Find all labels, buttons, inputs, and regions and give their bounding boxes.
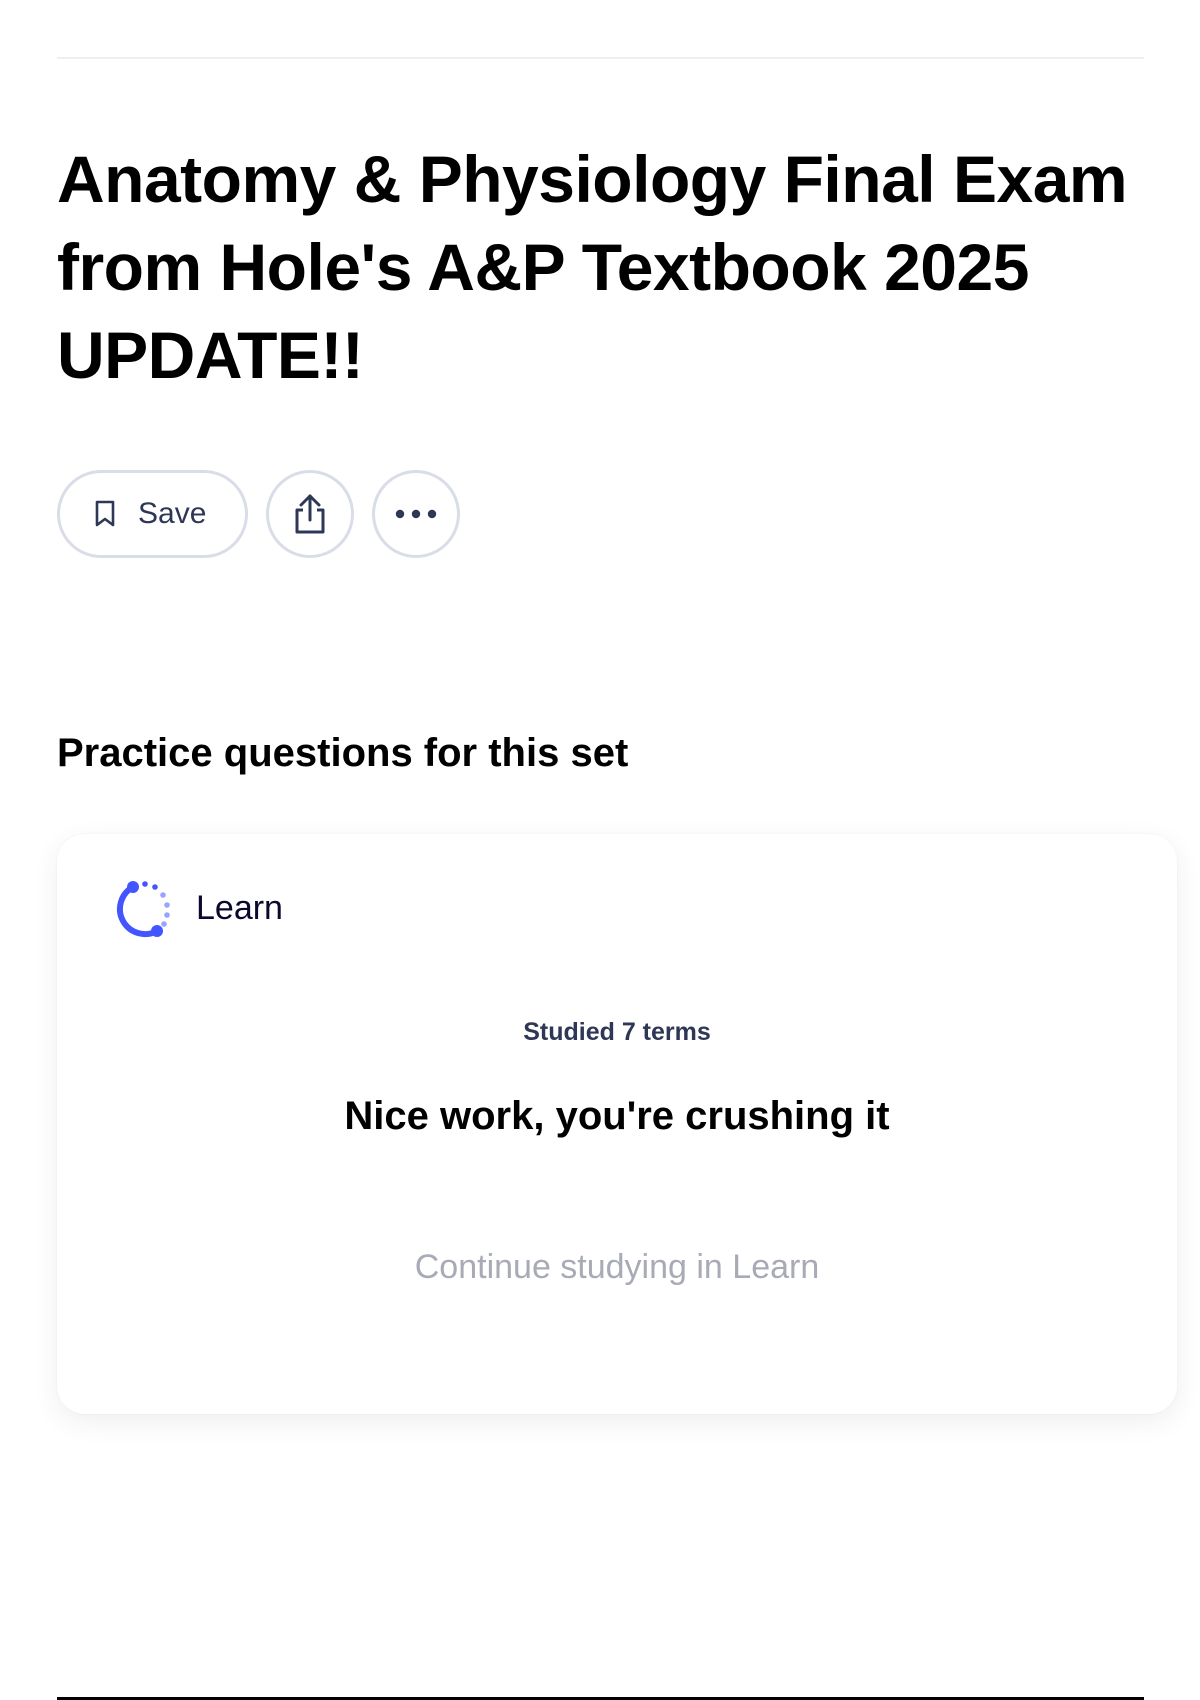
save-button-label: Save (138, 497, 207, 530)
bookmark-icon (94, 500, 116, 528)
share-icon (291, 493, 329, 535)
more-horizontal-icon (394, 509, 438, 519)
studied-terms-count: Studied 7 terms (523, 1018, 711, 1046)
learn-card: Learn Studied 7 terms Nice work, you're … (57, 834, 1177, 1414)
save-button[interactable]: Save (57, 470, 248, 558)
encouragement-message: Nice work, you're crushing it (344, 1094, 890, 1138)
learn-progress-icon (114, 878, 174, 938)
practice-section-heading: Practice questions for this set (57, 731, 629, 775)
more-options-button[interactable] (372, 470, 460, 558)
top-divider (57, 57, 1144, 59)
share-button[interactable] (266, 470, 354, 558)
set-actions-toolbar: Save (57, 470, 460, 558)
learn-card-header: Learn (114, 878, 283, 938)
continue-learn-button[interactable]: Continue studying in Learn (57, 1248, 1177, 1287)
learn-card-title: Learn (196, 888, 283, 927)
page-title: Anatomy & Physiology Final Exam from Hol… (57, 142, 1128, 392)
